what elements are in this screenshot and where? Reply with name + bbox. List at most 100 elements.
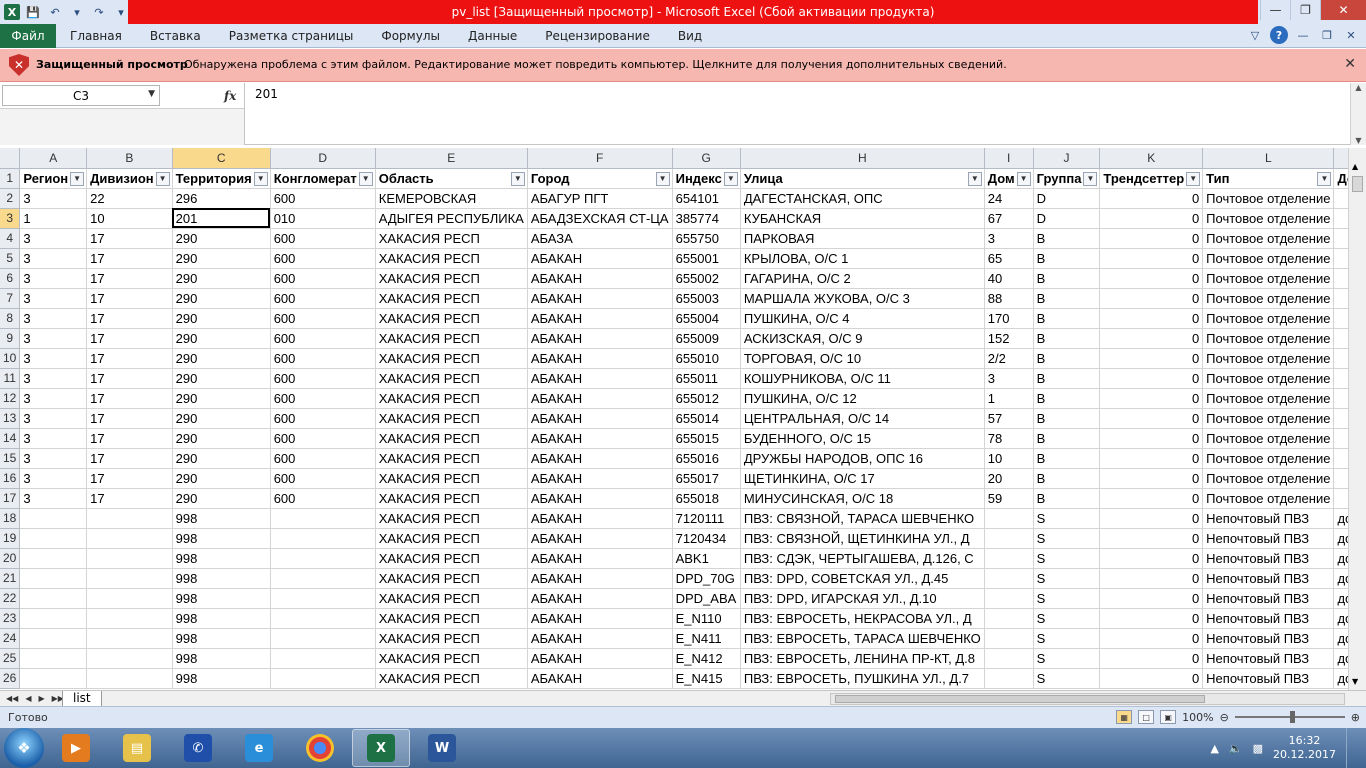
- cell[interactable]: 0: [1099, 428, 1204, 449]
- cell[interactable]: [1333, 208, 1348, 229]
- cell[interactable]: до 8: [1333, 528, 1348, 549]
- cell[interactable]: МАРШАЛА ЖУКОВА, О/С 3: [740, 288, 985, 309]
- cell[interactable]: АБАКАН: [527, 648, 673, 669]
- cell[interactable]: 88: [984, 288, 1034, 309]
- cell[interactable]: ХАКАСИЯ РЕСП: [375, 328, 528, 349]
- column-header-extra[interactable]: [1333, 148, 1348, 169]
- cell[interactable]: 0: [1099, 288, 1204, 309]
- cell[interactable]: 998: [172, 588, 271, 609]
- select-all-corner[interactable]: [0, 148, 21, 169]
- filter-dropdown-icon[interactable]: ▼: [967, 171, 982, 186]
- cell[interactable]: 290: [172, 268, 271, 289]
- row-header[interactable]: 22: [0, 588, 21, 609]
- cell[interactable]: АБАКАН: [527, 628, 673, 649]
- cell[interactable]: 290: [172, 288, 271, 309]
- scroll-up-icon[interactable]: ▲: [1352, 162, 1358, 171]
- cell[interactable]: 0: [1099, 268, 1204, 289]
- prev-sheet-icon[interactable]: ◀: [25, 694, 31, 703]
- cell[interactable]: [86, 528, 173, 549]
- column-header-h[interactable]: H: [740, 148, 985, 169]
- cell[interactable]: [86, 648, 173, 669]
- cell[interactable]: [984, 608, 1034, 629]
- restore-button[interactable]: ❐: [1290, 0, 1320, 20]
- volume-icon[interactable]: 🔈: [1229, 742, 1243, 755]
- cell[interactable]: [1333, 308, 1348, 329]
- cell[interactable]: 17: [86, 388, 173, 409]
- cell[interactable]: до 6: [1333, 668, 1348, 689]
- cell[interactable]: 0: [1099, 308, 1204, 329]
- cell[interactable]: [270, 608, 376, 629]
- cell[interactable]: 0: [1099, 508, 1204, 529]
- tab-page-layout[interactable]: Разметка страницы: [215, 24, 368, 48]
- cell[interactable]: ДАГЕСТАНСКАЯ, ОПС: [740, 188, 985, 209]
- cell[interactable]: 0: [1099, 248, 1204, 269]
- column-title-cell[interactable]: Город ▼: [527, 168, 673, 189]
- cell[interactable]: 290: [172, 448, 271, 469]
- cell[interactable]: 0: [1099, 528, 1204, 549]
- cell[interactable]: АБАДЗЕХСКАЯ СТ-ЦА: [527, 208, 673, 229]
- cell[interactable]: [270, 508, 376, 529]
- cell[interactable]: 65: [984, 248, 1034, 269]
- cell[interactable]: 0: [1099, 648, 1204, 669]
- cell[interactable]: S: [1033, 528, 1101, 549]
- vertical-scrollbar[interactable]: ▲ ▼: [1348, 148, 1366, 690]
- cell[interactable]: [1333, 428, 1348, 449]
- row-header[interactable]: 1: [0, 168, 21, 189]
- cell[interactable]: 998: [172, 628, 271, 649]
- undo-dropdown-icon[interactable]: ▾: [68, 3, 86, 21]
- cell[interactable]: 290: [172, 408, 271, 429]
- cell[interactable]: АБАКАН: [527, 488, 673, 509]
- cell[interactable]: 290: [172, 428, 271, 449]
- cell[interactable]: 655016: [672, 448, 741, 469]
- row-header[interactable]: 5: [0, 248, 21, 269]
- cell[interactable]: E_N415: [672, 668, 741, 689]
- cell[interactable]: [984, 548, 1034, 569]
- cell[interactable]: S: [1033, 628, 1101, 649]
- cell[interactable]: [86, 508, 173, 529]
- cell[interactable]: 0: [1099, 208, 1204, 229]
- cell[interactable]: Почтовое отделение: [1202, 208, 1335, 229]
- cell[interactable]: [86, 628, 173, 649]
- cell[interactable]: ПУШКИНА, О/С 12: [740, 388, 985, 409]
- cell[interactable]: 17: [86, 228, 173, 249]
- cell[interactable]: АБАКАН: [527, 448, 673, 469]
- cell[interactable]: 655002: [672, 268, 741, 289]
- cell[interactable]: E_N110: [672, 608, 741, 629]
- worksheet-grid[interactable]: ABCDEFGHIJKL 1 Регион ▼ Дивизион ▼ Территория…: [0, 148, 1348, 690]
- cell[interactable]: 654101: [672, 188, 741, 209]
- row-header[interactable]: 15: [0, 448, 21, 469]
- cell[interactable]: 600: [270, 468, 376, 489]
- cell[interactable]: 0: [1099, 568, 1204, 589]
- row-header[interactable]: 7: [0, 288, 21, 309]
- cell[interactable]: ХАКАСИЯ РЕСП: [375, 388, 528, 409]
- cell[interactable]: 22: [86, 188, 173, 209]
- cell[interactable]: 0: [1099, 368, 1204, 389]
- cell[interactable]: ХАКАСИЯ РЕСП: [375, 368, 528, 389]
- cell[interactable]: [86, 588, 173, 609]
- cell[interactable]: [1333, 368, 1348, 389]
- column-title-cell[interactable]: Индекс ▼: [672, 168, 741, 189]
- cell[interactable]: 20: [984, 468, 1034, 489]
- cell[interactable]: 17: [86, 288, 173, 309]
- cell[interactable]: B: [1033, 388, 1101, 409]
- cell[interactable]: [984, 628, 1034, 649]
- cell[interactable]: 17: [86, 268, 173, 289]
- redo-icon[interactable]: ↷: [90, 3, 108, 21]
- cell[interactable]: 0: [1099, 468, 1204, 489]
- cell[interactable]: 3: [19, 188, 88, 209]
- cell[interactable]: 10: [984, 448, 1034, 469]
- cell[interactable]: 17: [86, 248, 173, 269]
- cell[interactable]: 600: [270, 488, 376, 509]
- cell[interactable]: 17: [86, 308, 173, 329]
- cell[interactable]: АБАКАН: [527, 288, 673, 309]
- cell[interactable]: ХАКАСИЯ РЕСП: [375, 628, 528, 649]
- cell[interactable]: 3: [19, 288, 88, 309]
- cell[interactable]: [86, 568, 173, 589]
- cell[interactable]: АБАКАН: [527, 568, 673, 589]
- cell[interactable]: 655004: [672, 308, 741, 329]
- zoom-in-icon[interactable]: ⊕: [1351, 711, 1360, 724]
- cell[interactable]: [19, 568, 88, 589]
- workbook-restore-icon[interactable]: ❐: [1318, 26, 1336, 44]
- cell[interactable]: ABK1: [672, 548, 741, 569]
- cell[interactable]: 600: [270, 348, 376, 369]
